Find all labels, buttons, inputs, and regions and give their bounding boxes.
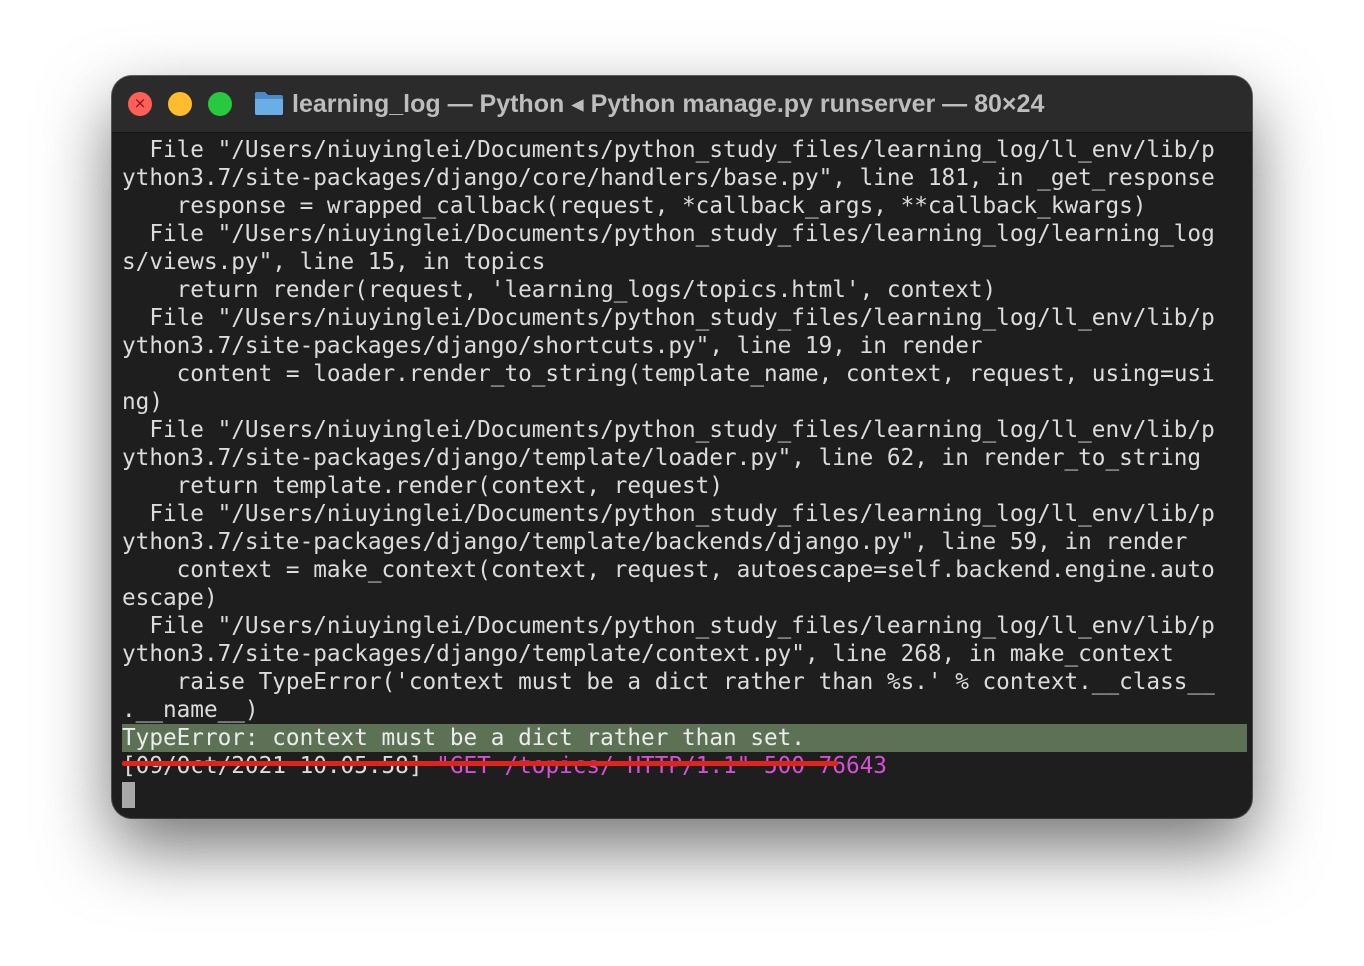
terminal-line: ython3.7/site-packages/django/template/c… bbox=[122, 641, 1174, 667]
terminal-line: File "/Users/niuyinglei/Documents/python… bbox=[122, 221, 1215, 247]
log-timestamp: [09/Oct/2021 10:05:58] bbox=[122, 753, 437, 779]
minimize-button[interactable] bbox=[168, 92, 192, 116]
terminal-window: × learning_log — Python ◂ Python manage.… bbox=[112, 76, 1252, 818]
title-bar[interactable]: × learning_log — Python ◂ Python manage.… bbox=[112, 76, 1252, 133]
terminal-line: ython3.7/site-packages/django/template/b… bbox=[122, 529, 1188, 555]
close-button[interactable]: × bbox=[128, 92, 152, 116]
terminal-line: File "/Users/niuyinglei/Documents/python… bbox=[122, 613, 1215, 639]
prompt-line[interactable] bbox=[122, 780, 1247, 808]
terminal-line: content = loader.render_to_string(templa… bbox=[122, 361, 1215, 387]
terminal-line: File "/Users/niuyinglei/Documents/python… bbox=[122, 137, 1215, 163]
terminal-line: context = make_context(context, request,… bbox=[122, 557, 1215, 583]
error-message-line[interactable]: TypeError: context must be a dict rather… bbox=[122, 724, 1247, 752]
folder-icon bbox=[255, 92, 283, 115]
terminal-line: .__name__) bbox=[122, 697, 259, 723]
server-log-line: [09/Oct/2021 10:05:58] "GET /topics/ HTT… bbox=[122, 752, 1247, 780]
terminal-line: return template.render(context, request) bbox=[122, 473, 723, 499]
terminal-line: ython3.7/site-packages/django/core/handl… bbox=[122, 165, 1215, 191]
terminal-line: ython3.7/site-packages/django/template/l… bbox=[122, 445, 1202, 471]
terminal-output[interactable]: File "/Users/niuyinglei/Documents/python… bbox=[122, 136, 1247, 808]
zoom-button[interactable] bbox=[208, 92, 232, 116]
terminal-line: raise TypeError('context must be a dict … bbox=[122, 669, 1215, 695]
terminal-line: s/views.py", line 15, in topics bbox=[122, 249, 546, 275]
terminal-line: response = wrapped_callback(request, *ca… bbox=[122, 193, 1147, 219]
text-cursor bbox=[122, 781, 135, 808]
close-icon: × bbox=[133, 94, 147, 112]
log-request: "GET /topics/ HTTP/1.1" 500 76643 bbox=[436, 753, 887, 779]
terminal-line: File "/Users/niuyinglei/Documents/python… bbox=[122, 501, 1215, 527]
terminal-line: File "/Users/niuyinglei/Documents/python… bbox=[122, 417, 1215, 443]
terminal-line: File "/Users/niuyinglei/Documents/python… bbox=[122, 305, 1215, 331]
window-title: learning_log — Python ◂ Python manage.py… bbox=[292, 90, 1045, 118]
terminal-line: ng) bbox=[122, 389, 163, 415]
terminal-line: return render(request, 'learning_logs/to… bbox=[122, 277, 997, 303]
terminal-line: ython3.7/site-packages/django/shortcuts.… bbox=[122, 333, 983, 359]
terminal-line: escape) bbox=[122, 585, 218, 611]
red-underline-annotation bbox=[122, 761, 838, 766]
